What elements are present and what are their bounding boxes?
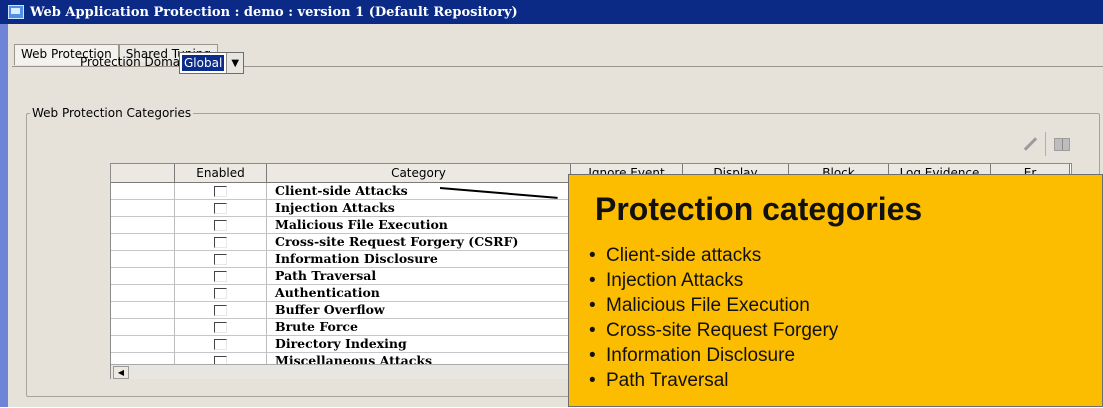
callout-item: Client-side attacks <box>589 243 838 268</box>
enabled-cell <box>175 336 267 353</box>
enabled-checkbox[interactable] <box>214 219 227 231</box>
callout-item: Cross-site Request Forgery <box>589 318 838 343</box>
horizontal-scrollbar[interactable]: ◀ <box>111 364 571 379</box>
enabled-cell <box>175 251 267 268</box>
row-selector[interactable] <box>111 336 175 353</box>
enabled-checkbox[interactable] <box>214 253 227 265</box>
callout-item: Injection Attacks <box>589 268 838 293</box>
table-row[interactable]: Path Traversal <box>111 268 571 285</box>
table-row[interactable]: Information Disclosure <box>111 251 571 268</box>
protection-domain-label: Protection Domain: <box>80 55 196 69</box>
enabled-checkbox[interactable] <box>214 321 227 333</box>
category-cell: Injection Attacks <box>267 200 571 217</box>
table-row[interactable]: Buffer Overflow <box>111 302 571 319</box>
enabled-cell <box>175 302 267 319</box>
header-enabled[interactable]: Enabled <box>175 164 267 183</box>
row-selector[interactable] <box>111 302 175 319</box>
table-row[interactable]: Brute Force <box>111 319 571 336</box>
enabled-cell <box>175 353 267 364</box>
scroll-left-icon[interactable]: ◀ <box>113 366 129 379</box>
enabled-cell <box>175 234 267 251</box>
callout-title: Protection categories <box>595 191 923 227</box>
row-selector[interactable] <box>111 217 175 234</box>
category-cell: Miscellaneous Attacks <box>267 353 571 364</box>
enabled-checkbox[interactable] <box>214 304 227 316</box>
window-title: Web Application Protection : demo : vers… <box>30 4 518 20</box>
category-cell: Client-side Attacks <box>267 183 571 200</box>
enabled-checkbox[interactable] <box>214 270 227 282</box>
enabled-cell <box>175 217 267 234</box>
callout-list: Client-side attacks Injection Attacks Ma… <box>589 243 838 393</box>
header-category[interactable]: Category <box>267 164 571 183</box>
protection-domain-value[interactable]: Global <box>182 55 225 71</box>
category-cell: Cross-site Request Forgery (CSRF) <box>267 234 571 251</box>
category-cell: Brute Force <box>267 319 571 336</box>
enabled-checkbox[interactable] <box>214 287 227 299</box>
group-label: Web Protection Categories <box>30 106 194 120</box>
pencil-icon[interactable] <box>1023 137 1037 151</box>
enabled-checkbox[interactable] <box>214 236 227 248</box>
table-row[interactable]: Malicious File Execution <box>111 217 571 234</box>
table-row[interactable]: Directory Indexing <box>111 336 571 353</box>
category-cell: Malicious File Execution <box>267 217 571 234</box>
toolbar-separator <box>1045 132 1046 156</box>
enabled-checkbox[interactable] <box>214 355 227 364</box>
row-selector[interactable] <box>111 251 175 268</box>
enabled-cell <box>175 285 267 302</box>
header-row-selector <box>111 164 175 183</box>
enabled-cell <box>175 200 267 217</box>
chevron-down-icon[interactable]: ▼ <box>226 53 244 73</box>
category-cell: Path Traversal <box>267 268 571 285</box>
callout-item: Malicious File Execution <box>589 293 838 318</box>
enabled-checkbox[interactable] <box>214 202 227 214</box>
category-cell: Buffer Overflow <box>267 302 571 319</box>
category-cell: Directory Indexing <box>267 336 571 353</box>
table-row[interactable]: Cross-site Request Forgery (CSRF) <box>111 234 571 251</box>
enabled-cell <box>175 319 267 336</box>
protection-domain-select[interactable]: Global ▼ <box>179 52 245 74</box>
enabled-checkbox[interactable] <box>214 338 227 350</box>
title-bar[interactable]: Web Application Protection : demo : vers… <box>0 0 1103 24</box>
table-row[interactable]: Injection Attacks <box>111 200 571 217</box>
row-selector[interactable] <box>111 268 175 285</box>
row-selector[interactable] <box>111 319 175 336</box>
callout-item: Path Traversal <box>589 368 838 393</box>
row-selector[interactable] <box>111 234 175 251</box>
row-selector[interactable] <box>111 353 175 364</box>
category-cell: Information Disclosure <box>267 251 571 268</box>
app-window: Web Application Protection : demo : vers… <box>0 0 1103 407</box>
table-row[interactable]: Authentication <box>111 285 571 302</box>
book-icon[interactable] <box>1054 137 1070 151</box>
protection-categories-callout: Protection categories Client-side attack… <box>568 174 1103 407</box>
row-selector[interactable] <box>111 183 175 200</box>
table-row[interactable]: Miscellaneous Attacks <box>111 353 571 364</box>
enabled-checkbox[interactable] <box>214 185 227 197</box>
enabled-cell <box>175 183 267 200</box>
callout-item: Information Disclosure <box>589 343 838 368</box>
toolbar <box>1023 132 1070 156</box>
enabled-cell <box>175 268 267 285</box>
app-window-icon <box>8 5 24 19</box>
row-selector[interactable] <box>111 285 175 302</box>
category-cell: Authentication <box>267 285 571 302</box>
row-selector[interactable] <box>111 200 175 217</box>
